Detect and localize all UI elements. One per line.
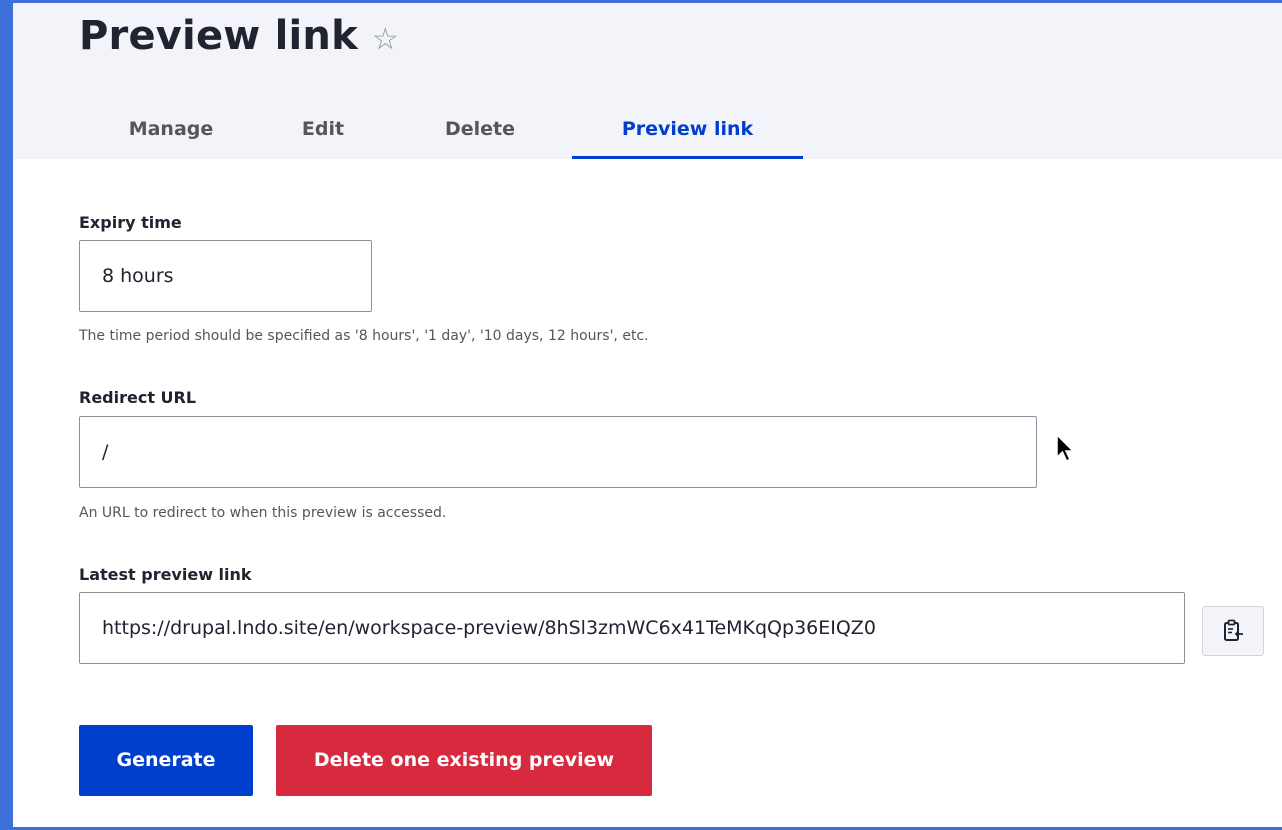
expiry-time-label: Expiry time	[79, 213, 182, 232]
redirect-url-label: Redirect URL	[79, 388, 197, 407]
tab-manage[interactable]: Manage	[108, 99, 234, 159]
redirect-url-value: /	[102, 441, 109, 463]
redirect-url-description: An URL to redirect to when this preview …	[79, 505, 447, 521]
generate-button[interactable]: Generate	[79, 725, 253, 796]
copy-link-button[interactable]	[1202, 606, 1264, 656]
title-row: Preview link ☆	[79, 13, 399, 59]
delete-existing-preview-button[interactable]: Delete one existing preview	[276, 725, 652, 796]
expiry-time-input[interactable]: 8 hours	[79, 240, 372, 312]
page-header: Preview link ☆ Manage Edit Delete Previe…	[13, 3, 1282, 159]
page-frame: Preview link ☆ Manage Edit Delete Previe…	[13, 3, 1282, 827]
tab-edit[interactable]: Edit	[278, 99, 368, 159]
expiry-time-value: 8 hours	[102, 265, 174, 287]
tab-delete[interactable]: Delete	[420, 99, 540, 159]
star-icon[interactable]: ☆	[372, 22, 399, 57]
latest-preview-link-value: https://drupal.lndo.site/en/workspace-pr…	[102, 617, 876, 639]
clipboard-copy-icon	[1224, 619, 1243, 641]
expiry-time-description: The time period should be specified as '…	[79, 328, 649, 344]
redirect-url-input[interactable]: /	[79, 416, 1037, 488]
tab-preview-link[interactable]: Preview link	[572, 99, 803, 159]
page-title: Preview link	[79, 13, 358, 59]
latest-preview-link-label: Latest preview link	[79, 565, 252, 584]
mouse-cursor-icon	[1056, 434, 1075, 462]
latest-preview-link-input[interactable]: https://drupal.lndo.site/en/workspace-pr…	[79, 592, 1185, 664]
